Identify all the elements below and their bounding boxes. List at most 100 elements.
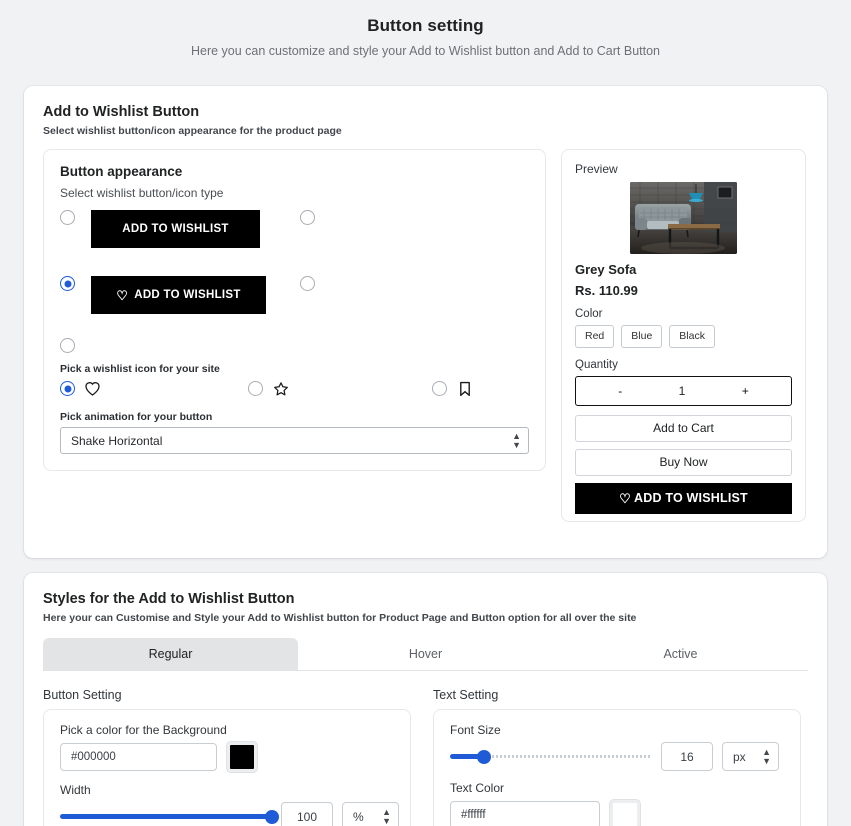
add-to-cart-button[interactable]: Add to Cart xyxy=(575,414,792,442)
color-option-black[interactable]: Black xyxy=(669,325,715,348)
icon-picker-row xyxy=(60,380,529,397)
appearance-plain-button[interactable]: ADD TO WISHLIST xyxy=(91,210,260,248)
font-size-unit-select[interactable]: px ▲ ▼ xyxy=(722,742,779,771)
quantity-stepper[interactable]: - 1 + xyxy=(575,375,792,406)
wishlist-card-subtitle: Select wishlist button/icon appearance f… xyxy=(43,125,342,137)
icon-option-heart[interactable] xyxy=(60,380,248,397)
quantity-increase-button[interactable]: + xyxy=(742,384,749,398)
product-name: Grey Sofa xyxy=(575,262,637,277)
font-size-slider[interactable] xyxy=(450,748,652,766)
width-slider[interactable] xyxy=(60,808,279,826)
background-color-swatch[interactable] xyxy=(227,742,257,772)
bookmark-icon xyxy=(456,380,473,397)
animation-select-label: Pick animation for your button xyxy=(60,411,213,423)
chevron-updown-icon: ▲ ▼ xyxy=(382,806,391,826)
wishlist-card-header: Add to Wishlist Button Select wishlist b… xyxy=(24,86,827,137)
color-options: Red Blue Black xyxy=(575,325,792,348)
width-unit-select[interactable]: % ▲ ▼ xyxy=(342,802,399,826)
width-value-input[interactable]: 100 xyxy=(281,802,333,826)
color-option-blue[interactable]: Blue xyxy=(621,325,663,348)
button-appearance-column: Button appearance Select wishlist button… xyxy=(43,149,546,522)
page-title: Button setting xyxy=(367,16,484,35)
radio-appearance-icon-only[interactable] xyxy=(60,338,75,353)
appearance-icon-button[interactable]: ♡ ADD TO WISHLIST xyxy=(91,276,266,314)
page-header: Button setting Here you can customize an… xyxy=(0,0,851,58)
radio-icon-heart[interactable] xyxy=(60,381,75,396)
appearance-option-icon[interactable]: ♡ ADD TO WISHLIST xyxy=(60,276,300,314)
icon-picker-label: Pick a wishlist icon for your site xyxy=(60,363,220,375)
font-size-unit-value: px xyxy=(733,749,746,764)
animation-select-value: Shake Horizontal xyxy=(71,433,163,448)
star-icon xyxy=(272,380,289,397)
appearance-option-right-2[interactable] xyxy=(300,276,315,291)
button-appearance-hint: Select wishlist button/icon type xyxy=(60,186,224,200)
button-setting-panel: Pick a color for the Background #000000 … xyxy=(43,709,411,826)
chevron-updown-icon: ▲ ▼ xyxy=(762,746,771,766)
styles-card-header: Styles for the Add to Wishlist Button He… xyxy=(24,573,827,624)
background-color-row: #000000 xyxy=(60,742,394,772)
appearance-option-right-1[interactable] xyxy=(300,210,315,225)
text-setting-title: Text Setting xyxy=(433,688,499,702)
icon-option-star[interactable] xyxy=(248,380,432,397)
styles-card-subtitle: Here your can Customise and Style your A… xyxy=(43,612,637,624)
font-size-label: Font Size xyxy=(450,723,501,737)
appearance-options: ADD TO WISHLIST ♡ ADD TO WISHLIST xyxy=(60,210,529,353)
text-color-label: Text Color xyxy=(450,781,505,795)
width-unit-value: % xyxy=(353,809,364,824)
quantity-value: 1 xyxy=(678,383,686,398)
heart-icon xyxy=(84,380,101,397)
product-price: Rs. 110.99 xyxy=(575,283,638,298)
appearance-option-plain[interactable]: ADD TO WISHLIST xyxy=(60,210,300,248)
font-size-control-row: 16 px ▲ ▼ xyxy=(450,742,784,771)
color-label: Color xyxy=(575,308,603,320)
radio-appearance-right-1[interactable] xyxy=(300,210,315,225)
tab-active[interactable]: Active xyxy=(553,638,808,670)
color-option-red[interactable]: Red xyxy=(575,325,615,348)
heart-icon: ♡ xyxy=(116,287,129,303)
button-setting-title: Button Setting xyxy=(43,688,122,702)
wishlist-columns: Button appearance Select wishlist button… xyxy=(24,149,827,522)
animation-select[interactable]: Shake Horizontal ▲ ▼ xyxy=(60,427,529,454)
button-setting-column: Button Setting Pick a color for the Back… xyxy=(43,688,411,826)
font-size-slider-knob[interactable] xyxy=(477,749,492,764)
text-setting-panel: Font Size 16 px ▲ ▼ Text Color #ffffff xyxy=(433,709,801,826)
font-size-value-input[interactable]: 16 xyxy=(661,742,713,771)
add-to-wishlist-card: Add to Wishlist Button Select wishlist b… xyxy=(24,86,827,558)
radio-icon-bookmark[interactable] xyxy=(432,381,447,396)
width-label: Width xyxy=(60,783,91,797)
text-setting-column: Text Setting Font Size 16 px ▲ ▼ Text Co… xyxy=(433,688,801,826)
width-slider-filled xyxy=(60,814,272,819)
button-appearance-title: Button appearance xyxy=(60,164,183,179)
product-image xyxy=(630,182,737,254)
background-hex-input[interactable]: #000000 xyxy=(60,743,217,771)
appearance-option-row-2: ♡ ADD TO WISHLIST xyxy=(60,276,529,314)
wishlist-card-title: Add to Wishlist Button xyxy=(43,104,200,120)
styles-card: Styles for the Add to Wishlist Button He… xyxy=(24,573,827,826)
radio-appearance-icon[interactable] xyxy=(60,276,75,291)
preview-column: Preview Grey Sofa Rs. 110.99 Color Red B… xyxy=(561,149,806,522)
background-color-label: Pick a color for the Background xyxy=(60,723,227,737)
text-color-hex-input[interactable]: #ffffff xyxy=(450,801,600,826)
tab-hover[interactable]: Hover xyxy=(298,638,553,670)
radio-appearance-plain[interactable] xyxy=(60,210,75,225)
radio-appearance-right-2[interactable] xyxy=(300,276,315,291)
sofa-room-illustration xyxy=(630,182,737,254)
page-subtitle: Here you can customize and style your Ad… xyxy=(190,44,660,58)
icon-option-bookmark[interactable] xyxy=(432,380,473,397)
text-color-swatch[interactable] xyxy=(610,800,640,826)
appearance-option-icon-only[interactable] xyxy=(60,338,300,353)
styles-columns: Button Setting Pick a color for the Back… xyxy=(24,688,827,826)
width-slider-knob[interactable] xyxy=(265,809,279,824)
appearance-plain-preview: ADD TO WISHLIST xyxy=(91,210,260,248)
preview-add-to-wishlist-button[interactable]: ♡ ADD TO WISHLIST xyxy=(575,482,792,514)
tab-regular[interactable]: Regular xyxy=(43,638,298,670)
button-appearance-panel: Button appearance Select wishlist button… xyxy=(43,149,546,471)
button-setting-page: Button setting Here you can customize an… xyxy=(0,0,851,826)
buy-now-button[interactable]: Buy Now xyxy=(575,448,792,476)
appearance-option-row-1: ADD TO WISHLIST xyxy=(60,210,529,248)
quantity-decrease-button[interactable]: - xyxy=(618,384,622,398)
chevron-updown-icon: ▲ ▼ xyxy=(512,430,521,450)
radio-icon-star[interactable] xyxy=(248,381,263,396)
